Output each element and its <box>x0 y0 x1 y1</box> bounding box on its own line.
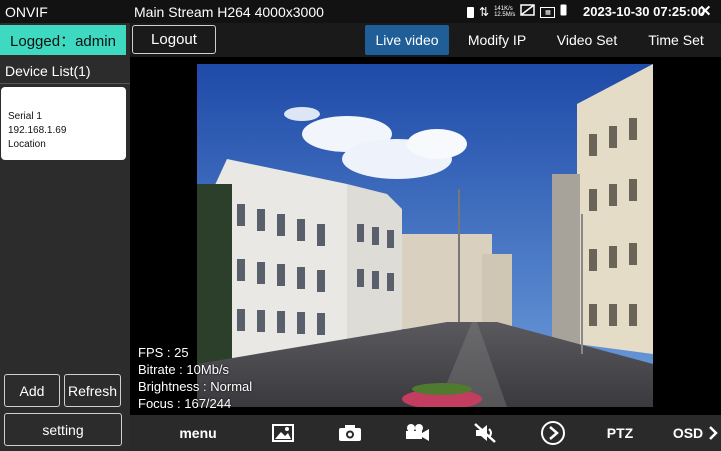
audio-mute-icon[interactable] <box>470 419 500 447</box>
live-video-frame <box>197 64 653 407</box>
tab-modify-ip[interactable]: Modify IP <box>457 25 537 55</box>
osd-button[interactable]: OSD <box>670 419 706 447</box>
logged-in-badge: Logged：admin <box>0 25 126 55</box>
play-icon[interactable] <box>538 419 568 447</box>
device-location: Location <box>8 139 46 150</box>
divider <box>0 83 130 84</box>
logout-button[interactable]: Logout <box>132 25 216 54</box>
osd-label: OSD <box>672 425 704 441</box>
device-card[interactable]: Serial 1 192.168.1.69 Location <box>1 87 126 160</box>
phone-icon <box>560 3 567 21</box>
network-arrows-icon: ⇅ <box>479 5 490 19</box>
camera-icon[interactable] <box>335 419 365 447</box>
video-stats-overlay: FPS : 25 Bitrate : 10Mb/s Brightness : N… <box>138 344 252 412</box>
video-view[interactable]: FPS : 25 Bitrate : 10Mb/s Brightness : N… <box>130 57 721 415</box>
device-list-title: Device List(1) <box>5 63 91 79</box>
ptz-label: PTZ <box>606 425 634 441</box>
device-ip: 192.168.1.69 <box>8 125 67 136</box>
refresh-button[interactable]: Refresh <box>64 374 121 407</box>
close-icon[interactable]: ✕ <box>699 2 712 20</box>
add-button[interactable]: Add <box>4 374 60 407</box>
menu-label: menu <box>179 425 217 441</box>
poe-icon: ▦ <box>540 6 556 18</box>
bitrate-readout: Bitrate : 10Mb/s <box>138 362 230 377</box>
fps-readout: FPS : 25 <box>138 345 189 360</box>
app-name: ONVIF <box>5 4 48 20</box>
ptz-button[interactable]: PTZ <box>602 419 638 447</box>
focus-readout: Focus : 167/244 <box>138 396 232 411</box>
status-icons: ⇅ 141K/s 12.5M/s ▦ <box>467 3 567 21</box>
sidebar: Logged：admin Device List(1) Serial 1 192… <box>0 23 130 451</box>
no-signal-icon <box>520 3 536 21</box>
bottom-toolbar: menu PTZ OSD <box>130 415 721 451</box>
top-toolbar: Logout Live video Modify IP Video Set Ti… <box>130 23 721 57</box>
record-icon[interactable] <box>402 419 432 447</box>
chevron-right-icon[interactable] <box>706 419 720 447</box>
datetime: 2023-10-30 07:25:00 <box>583 4 706 19</box>
battery-icon <box>467 6 474 18</box>
stream-info: Main Stream H264 4000x3000 <box>134 4 324 20</box>
net-rate-down: 12.5M/s <box>494 12 516 18</box>
tab-live-video[interactable]: Live video <box>365 25 449 55</box>
tab-video-set[interactable]: Video Set <box>547 25 627 55</box>
gallery-icon[interactable] <box>268 419 298 447</box>
brightness-readout: Brightness : Normal <box>138 379 253 394</box>
tab-time-set[interactable]: Time Set <box>636 25 716 55</box>
network-rates: 141K/s 12.5M/s <box>494 6 515 18</box>
device-serial: Serial 1 <box>8 111 42 122</box>
status-bar: ONVIF Main Stream H264 4000x3000 ⇅ 141K/… <box>0 0 721 23</box>
menu-button[interactable]: menu <box>178 419 218 447</box>
setting-button[interactable]: setting <box>4 413 122 446</box>
